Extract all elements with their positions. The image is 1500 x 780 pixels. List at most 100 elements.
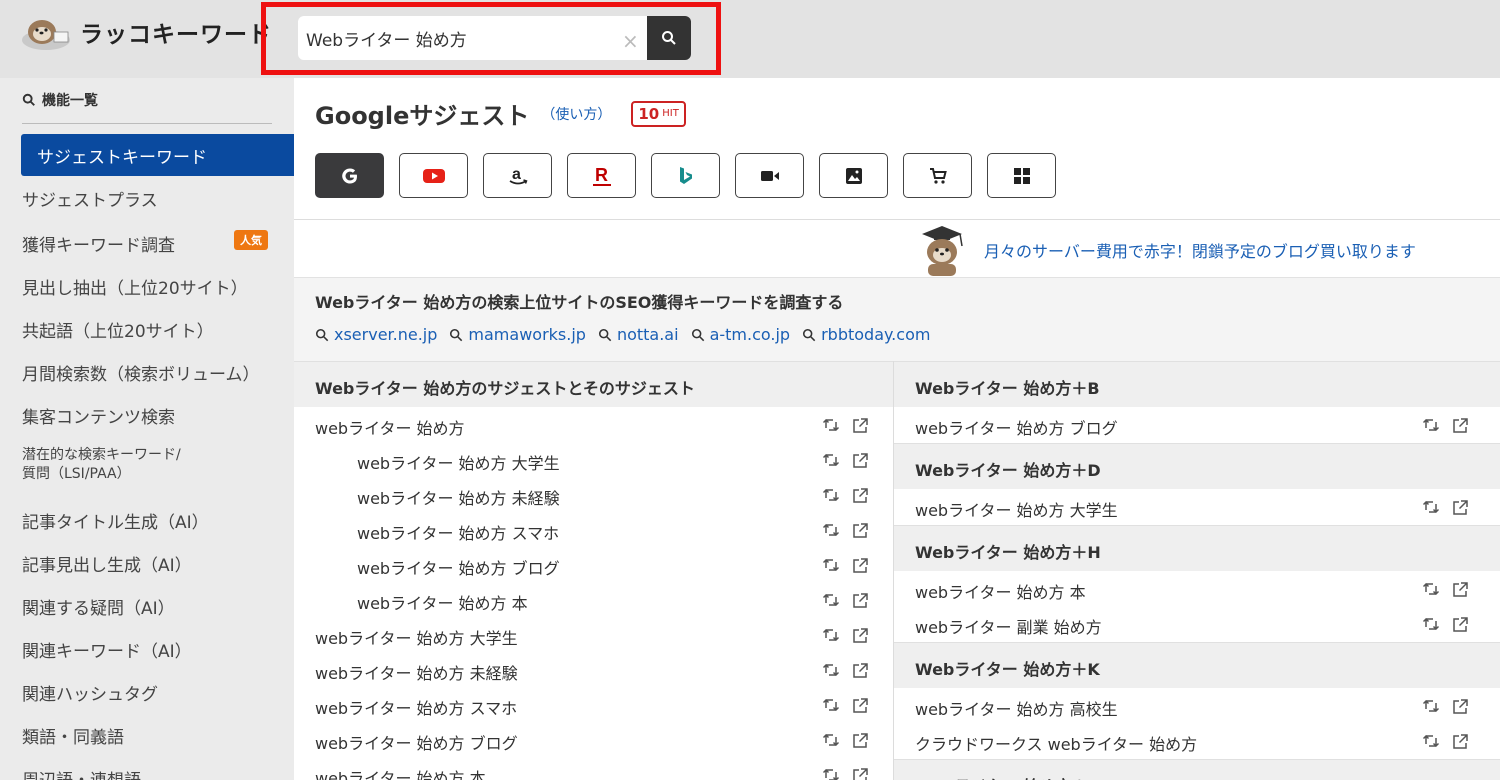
- tab-bing[interactable]: [651, 153, 720, 198]
- external-link-icon[interactable]: [851, 417, 869, 435]
- suggest-item[interactable]: webライター 始め方 未経験: [357, 479, 560, 514]
- suggest-group-heading: Webライター 始め方＋B: [894, 361, 1500, 407]
- logo[interactable]: ラッコキーワード: [20, 12, 272, 52]
- svg-text:R: R: [595, 165, 608, 185]
- external-link-icon[interactable]: [851, 487, 869, 505]
- suggest-item[interactable]: webライター 始め方: [315, 409, 465, 444]
- tab-windows[interactable]: [987, 153, 1056, 198]
- shopping-icon: [929, 167, 947, 184]
- suggest-item[interactable]: webライター 始め方 ブログ: [315, 724, 518, 759]
- seo-link[interactable]: a-tm.co.jp: [691, 325, 790, 344]
- retweet-icon[interactable]: [822, 732, 840, 748]
- external-link-icon[interactable]: [1451, 581, 1469, 599]
- retweet-icon[interactable]: [822, 417, 840, 433]
- retweet-icon[interactable]: [1422, 417, 1440, 433]
- suggest-item[interactable]: webライター 始め方 大学生: [915, 491, 1118, 526]
- suggest-item[interactable]: クラウドワークス webライター 始め方: [915, 725, 1197, 760]
- ad-banner[interactable]: 月々のサーバー費用で赤字！閉鎖予定のブログ買い取ります: [914, 224, 1416, 276]
- sidebar-item-acquired-keywords[interactable]: 獲得キーワード調査: [22, 231, 175, 256]
- suggest-item[interactable]: webライター 始め方 未経験: [315, 654, 518, 689]
- retweet-icon[interactable]: [1422, 499, 1440, 515]
- retweet-icon[interactable]: [822, 452, 840, 468]
- external-link-icon[interactable]: [851, 557, 869, 575]
- seo-link[interactable]: notta.ai: [598, 325, 679, 344]
- suggest-item[interactable]: webライター 始め方 スマホ: [315, 689, 517, 724]
- suggest-item[interactable]: webライター 始め方 高校生: [915, 690, 1118, 725]
- sidebar-item-search-volume[interactable]: 月間検索数（検索ボリューム）: [22, 360, 260, 385]
- clear-icon[interactable]: ×: [622, 29, 639, 53]
- sidebar-item-suggest[interactable]: サジェストキーワード: [21, 134, 294, 176]
- retweet-icon[interactable]: [822, 767, 840, 780]
- external-link-icon[interactable]: [851, 627, 869, 645]
- suggest-item[interactable]: webライター 副業 始め方: [915, 608, 1102, 643]
- retweet-icon[interactable]: [822, 627, 840, 643]
- retweet-icon[interactable]: [1422, 698, 1440, 714]
- search-input[interactable]: Webライター 始め方: [298, 16, 656, 60]
- suggest-item[interactable]: webライター 始め方 ブログ: [915, 409, 1118, 444]
- external-link-icon[interactable]: [1451, 499, 1469, 517]
- external-link-icon[interactable]: [851, 697, 869, 715]
- external-link-icon[interactable]: [851, 522, 869, 540]
- tab-youtube[interactable]: [399, 153, 468, 198]
- search-button[interactable]: [647, 16, 691, 60]
- suggest-item[interactable]: webライター 始め方 ブログ: [357, 549, 560, 584]
- suggest-item[interactable]: webライター 始め方 本: [357, 584, 528, 619]
- group-heading-label: Webライター 始め方＋B: [915, 379, 1100, 398]
- sidebar-item-heading-extract[interactable]: 見出し抽出（上位20サイト）: [22, 274, 248, 299]
- retweet-icon[interactable]: [822, 662, 840, 678]
- suggest-item[interactable]: webライター 始め方 本: [915, 573, 1086, 608]
- search-highlight: Webライター 始め方 ×: [261, 2, 721, 75]
- retweet-icon[interactable]: [1422, 581, 1440, 597]
- seo-link[interactable]: mamaworks.jp: [449, 325, 586, 344]
- tab-video[interactable]: [735, 153, 804, 198]
- group-heading-label: Webライター 始め方＋K: [915, 660, 1100, 679]
- video-icon: [760, 170, 779, 181]
- external-link-icon[interactable]: [851, 662, 869, 680]
- sidebar-item-suggest-plus[interactable]: サジェストプラス: [22, 186, 158, 211]
- search-icon: [803, 328, 816, 341]
- suggest-item[interactable]: webライター 始め方 本: [315, 759, 486, 780]
- search-icon: [662, 31, 676, 45]
- retweet-icon[interactable]: [822, 487, 840, 503]
- suggest-item[interactable]: webライター 始め方 大学生: [315, 619, 518, 654]
- external-link-icon[interactable]: [851, 592, 869, 610]
- external-link-icon[interactable]: [1451, 616, 1469, 634]
- otter-logo-icon: [22, 20, 70, 50]
- external-link-icon[interactable]: [851, 767, 869, 780]
- windows-icon: [1013, 167, 1030, 184]
- row-actions: [822, 767, 869, 780]
- seo-link[interactable]: rbbtoday.com: [802, 325, 930, 344]
- sidebar-item-synonyms[interactable]: 類語・同義語: [22, 723, 124, 748]
- sidebar-item-related-keywords[interactable]: 関連キーワード（AI）: [22, 637, 192, 662]
- sidebar-item-questions[interactable]: 関連する疑問（AI）: [22, 594, 175, 619]
- sidebar-item-cooccurrence[interactable]: 共起語（上位20サイト）: [22, 317, 214, 342]
- external-link-icon[interactable]: [1451, 417, 1469, 435]
- tab-amazon[interactable]: a: [483, 153, 552, 198]
- tab-image[interactable]: [819, 153, 888, 198]
- sidebar-item-heading-gen[interactable]: 記事見出し生成（AI）: [22, 551, 192, 576]
- retweet-icon[interactable]: [822, 557, 840, 573]
- external-link-icon[interactable]: [851, 452, 869, 470]
- retweet-icon[interactable]: [822, 697, 840, 713]
- tab-google[interactable]: [315, 153, 384, 198]
- external-link-icon[interactable]: [1451, 733, 1469, 751]
- sidebar-item-associations[interactable]: 周辺語・連想語: [22, 766, 141, 780]
- howto-link[interactable]: （使い方）: [541, 104, 611, 124]
- retweet-icon[interactable]: [822, 522, 840, 538]
- retweet-icon[interactable]: [1422, 616, 1440, 632]
- sidebar-item-content-search[interactable]: 集客コンテンツ検索: [22, 403, 175, 428]
- group-heading-label: Webライター 始め方＋H: [915, 543, 1101, 562]
- sidebar-item-hashtags[interactable]: 関連ハッシュタグ: [22, 680, 158, 705]
- sidebar-item-lsi[interactable]: 潜在的な検索キーワード/ 質問（LSI/PAA）: [22, 446, 181, 484]
- suggest-item[interactable]: webライター 始め方 スマホ: [357, 514, 559, 549]
- external-link-icon[interactable]: [851, 732, 869, 750]
- external-link-icon[interactable]: [1451, 698, 1469, 716]
- tab-shopping[interactable]: [903, 153, 972, 198]
- retweet-icon[interactable]: [822, 592, 840, 608]
- seo-link-label: notta.ai: [616, 325, 679, 344]
- retweet-icon[interactable]: [1422, 733, 1440, 749]
- tab-rakuten[interactable]: R: [567, 153, 636, 198]
- sidebar-item-title-gen[interactable]: 記事タイトル生成（AI）: [22, 508, 209, 533]
- seo-link[interactable]: xserver.ne.jp: [315, 325, 437, 344]
- suggest-item[interactable]: webライター 始め方 大学生: [357, 444, 560, 479]
